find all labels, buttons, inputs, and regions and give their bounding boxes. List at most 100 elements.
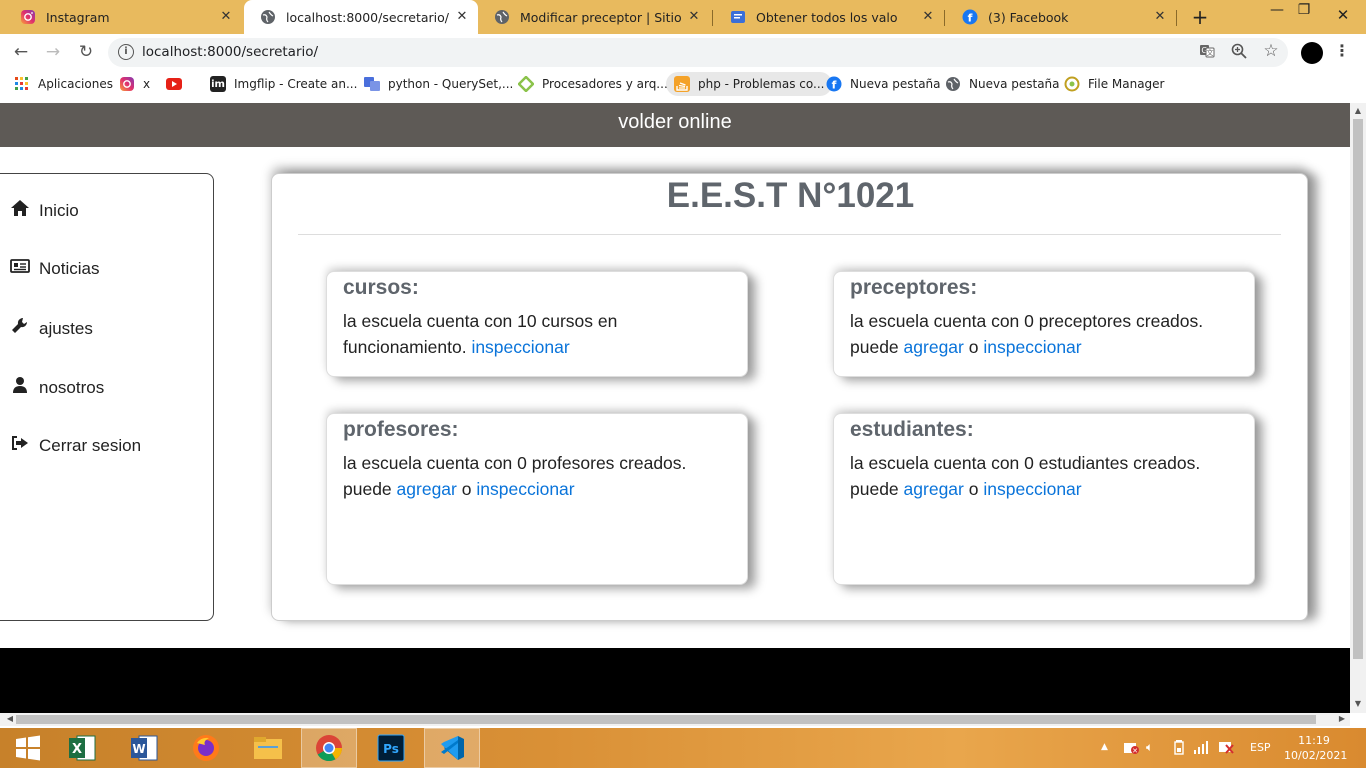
bookmark-youtube[interactable]: [166, 75, 190, 93]
sign-out-icon: [9, 435, 31, 456]
agregar-link[interactable]: agregar: [904, 337, 964, 357]
bookmark-php-problemas[interactable]: php - Problemas co...: [666, 72, 833, 96]
profile-avatar[interactable]: [1301, 42, 1323, 64]
site-brand[interactable]: volder online: [618, 111, 731, 133]
bookmark-nueva-pestana[interactable]: Nueva pestaña: [945, 75, 1060, 93]
card-puede: puede: [850, 479, 899, 499]
bookmark-imgflip[interactable]: im Imgflip - Create an...: [210, 75, 357, 93]
bookmark-instagram[interactable]: x: [119, 75, 150, 93]
close-icon[interactable]: ✕: [218, 9, 234, 24]
inspeccionar-link[interactable]: inspeccionar: [983, 479, 1081, 499]
menu-icon[interactable]: ⋮: [1334, 41, 1350, 60]
card-puede: puede: [850, 337, 899, 357]
close-icon[interactable]: ✕: [1152, 9, 1168, 24]
bookmark-nueva-pestana-facebook[interactable]: f Nueva pestaña: [826, 75, 941, 93]
card-puede: puede: [343, 479, 392, 499]
instagram-icon: [119, 76, 135, 92]
inspeccionar-link[interactable]: inspeccionar: [471, 337, 569, 357]
zoom-icon[interactable]: [1229, 43, 1249, 63]
tray-expand-icon[interactable]: ▲: [1101, 742, 1108, 752]
close-icon[interactable]: ✕: [686, 9, 702, 24]
inspeccionar-link[interactable]: inspeccionar: [476, 479, 574, 499]
windows-start-icon[interactable]: [0, 728, 56, 768]
sidebar-item-ajustes[interactable]: ajustes: [9, 317, 93, 340]
tab-label: Modificar preceptor | Sitio de ad: [520, 9, 686, 25]
horizontal-scrollbar[interactable]: ◀ ▶: [0, 713, 1350, 726]
minimize-icon[interactable]: —: [1263, 2, 1291, 18]
bookmark-python-queryset[interactable]: python - QuerySet,...: [364, 75, 513, 93]
card-description: la escuela cuenta con 0 preceptores crea…: [850, 311, 1204, 331]
tab-separator: [944, 10, 945, 26]
doc-icon: [730, 9, 746, 25]
excel-icon[interactable]: X: [54, 728, 110, 768]
notification-off-icon[interactable]: [1218, 740, 1234, 757]
vertical-scrollbar[interactable]: ▲ ▼: [1350, 103, 1366, 713]
tab-label: localhost:8000/secretario/: [286, 9, 450, 25]
taskbar-clock[interactable]: 11:19 10/02/2021: [1284, 733, 1347, 763]
sidebar-item-noticias[interactable]: Noticias: [9, 258, 99, 279]
tab-separator: [712, 10, 713, 26]
scroll-down-icon[interactable]: ▼: [1350, 699, 1366, 708]
bookmark-file-manager[interactable]: File Manager: [1064, 75, 1165, 93]
apps-grid-icon: [14, 76, 30, 92]
card-preceptores: preceptores: la escuela cuenta con 0 pre…: [833, 271, 1255, 377]
wrench-icon: [9, 317, 31, 340]
site-header: volder online: [0, 103, 1350, 147]
photoshop-icon[interactable]: Ps: [363, 728, 419, 768]
agregar-link[interactable]: agregar: [904, 479, 964, 499]
svg-text:X: X: [72, 742, 82, 757]
chrome-icon[interactable]: [301, 728, 357, 768]
bookmark-star-icon[interactable]: ☆: [1261, 41, 1281, 61]
sidebar-item-nosotros[interactable]: nosotros: [9, 376, 104, 399]
translate-icon[interactable]: G文: [1197, 43, 1217, 63]
card-or: o: [968, 337, 979, 357]
tab-separator: [1176, 10, 1177, 26]
firefox-icon[interactable]: [178, 728, 234, 768]
agregar-link[interactable]: agregar: [397, 479, 457, 499]
facebook-icon: f: [962, 9, 978, 25]
reload-icon[interactable]: ↻: [75, 42, 97, 64]
restore-icon[interactable]: ❐: [1290, 2, 1318, 18]
close-icon[interactable]: ✕: [454, 9, 470, 24]
vscode-icon[interactable]: [424, 728, 480, 768]
clock-time: 11:19: [1298, 734, 1330, 747]
sidebar-item-inicio[interactable]: Inicio: [9, 199, 79, 222]
security-icon[interactable]: ✕: [1122, 739, 1140, 758]
language-indicator[interactable]: ESP: [1250, 741, 1271, 754]
globe-icon: [494, 9, 510, 25]
sidebar-item-label: ajustes: [39, 318, 93, 338]
card-text: la escuela cuenta con 0 preceptores crea…: [850, 308, 1238, 360]
new-tab-button[interactable]: +: [1188, 5, 1212, 29]
svg-text:f: f: [832, 79, 837, 92]
svg-text:W: W: [132, 742, 145, 756]
tab-instagram[interactable]: Instagram ✕: [4, 0, 242, 34]
bookmark-apps[interactable]: Aplicaciones: [14, 75, 113, 93]
browser-toolbar: ← → ↻ i localhost:8000/secretario/ G文 ☆ …: [0, 34, 1366, 70]
translate-icon: [364, 76, 380, 92]
tab-obtener-valores[interactable]: Obtener todos los valores de un ✕: [714, 0, 944, 34]
scroll-right-icon[interactable]: ▶: [1334, 714, 1350, 723]
address-bar[interactable]: i localhost:8000/secretario/ G文 ☆: [108, 38, 1288, 67]
word-icon[interactable]: W: [116, 728, 172, 768]
inspeccionar-link[interactable]: inspeccionar: [983, 337, 1081, 357]
tab-modificar-preceptor[interactable]: Modificar preceptor | Sitio de ad ✕: [478, 0, 710, 34]
forward-icon[interactable]: →: [42, 42, 64, 64]
scroll-thumb[interactable]: [16, 715, 1316, 724]
tab-facebook[interactable]: f (3) Facebook ✕: [946, 0, 1176, 34]
info-icon[interactable]: i: [118, 44, 134, 60]
card-or: o: [968, 479, 979, 499]
url-text[interactable]: localhost:8000/secretario/: [142, 44, 318, 60]
tab-localhost[interactable]: localhost:8000/secretario/ ✕: [244, 0, 478, 34]
back-icon[interactable]: ←: [10, 42, 32, 64]
bookmark-procesadores[interactable]: Procesadores y arq...: [518, 75, 668, 93]
network-icon[interactable]: [1194, 740, 1210, 757]
battery-icon[interactable]: [1174, 739, 1184, 758]
filemanager-icon: [1064, 76, 1080, 92]
window-close-icon[interactable]: ✕: [1320, 0, 1366, 30]
file-explorer-icon[interactable]: [240, 728, 296, 768]
sidebar-item-cerrar-sesion[interactable]: Cerrar sesion: [9, 435, 141, 456]
scroll-up-icon[interactable]: ▲: [1350, 106, 1366, 115]
scroll-thumb[interactable]: [1353, 119, 1363, 659]
close-icon[interactable]: ✕: [920, 9, 936, 24]
volume-icon[interactable]: 🔈︎: [1146, 740, 1153, 755]
